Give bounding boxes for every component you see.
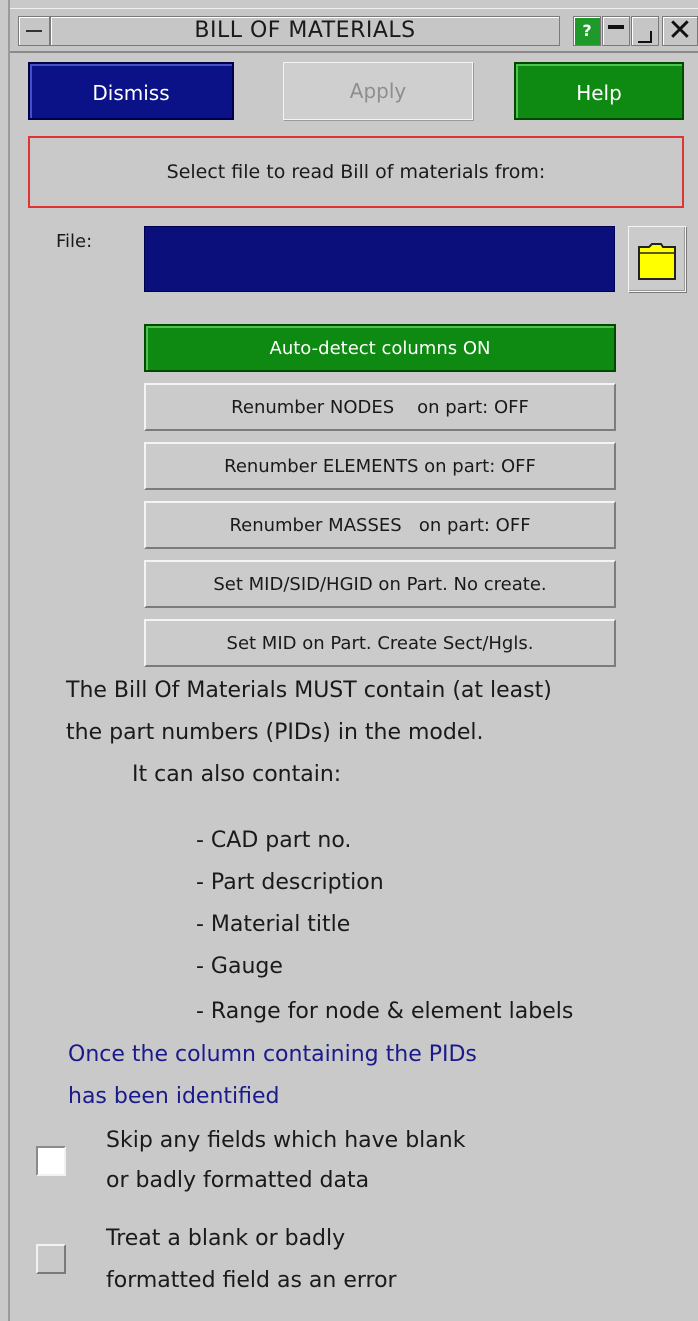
- maximize-icon[interactable]: [631, 16, 659, 46]
- renumber-masses-toggle[interactable]: Renumber MASSES on part: OFF: [144, 501, 616, 549]
- system-menu-icon[interactable]: [18, 16, 50, 46]
- treat-blank-as-error-label-1: Treat a blank or badly: [106, 1226, 346, 1251]
- title-bar[interactable]: BILL OF MATERIALS ? ✕: [10, 8, 698, 53]
- minimize-icon[interactable]: [602, 16, 630, 46]
- dismiss-button[interactable]: Dismiss: [28, 62, 234, 120]
- info-line-3: It can also contain:: [132, 762, 342, 787]
- list-item: - Material title: [196, 912, 351, 937]
- select-file-prompt: Select file to read Bill of materials fr…: [28, 136, 684, 208]
- list-item: - CAD part no.: [196, 828, 352, 853]
- file-label: File:: [56, 231, 93, 252]
- folder-icon: [638, 243, 676, 280]
- help-icon[interactable]: ?: [573, 16, 601, 46]
- note-line-2: has been identified: [68, 1084, 280, 1109]
- set-mid-create-sect-button[interactable]: Set MID on Part. Create Sect/Hgls.: [144, 619, 616, 667]
- set-mid-sid-hgid-button[interactable]: Set MID/SID/HGID on Part. No create.: [144, 560, 616, 608]
- skip-blank-fields-checkbox[interactable]: [36, 1146, 66, 1176]
- list-item: - Range for node & element labels: [196, 999, 574, 1024]
- close-icon[interactable]: ✕: [662, 16, 698, 46]
- bill-of-materials-window: BILL OF MATERIALS ? ✕ Dismiss Apply Help…: [8, 0, 698, 1321]
- auto-detect-columns-toggle[interactable]: Auto-detect columns ON: [144, 324, 616, 372]
- treat-blank-as-error-label-2: formatted field as an error: [106, 1268, 397, 1293]
- treat-blank-as-error-checkbox[interactable]: [36, 1244, 66, 1274]
- file-input[interactable]: [144, 226, 615, 292]
- renumber-nodes-toggle[interactable]: Renumber NODES on part: OFF: [144, 383, 616, 431]
- help-button[interactable]: Help: [514, 62, 684, 120]
- info-line-1: The Bill Of Materials MUST contain (at l…: [66, 678, 552, 703]
- browse-folder-button[interactable]: [628, 226, 686, 292]
- window-title: BILL OF MATERIALS: [50, 16, 560, 46]
- list-item: - Part description: [196, 870, 384, 895]
- info-line-2: the part numbers (PIDs) in the model.: [66, 720, 484, 745]
- renumber-elements-toggle[interactable]: Renumber ELEMENTS on part: OFF: [144, 442, 616, 490]
- list-item: - Gauge: [196, 954, 283, 979]
- skip-blank-fields-label-2: or badly formatted data: [106, 1168, 370, 1193]
- apply-button[interactable]: Apply: [283, 62, 473, 120]
- skip-blank-fields-label-1: Skip any fields which have blank: [106, 1128, 466, 1153]
- note-line-1: Once the column containing the PIDs: [68, 1042, 477, 1067]
